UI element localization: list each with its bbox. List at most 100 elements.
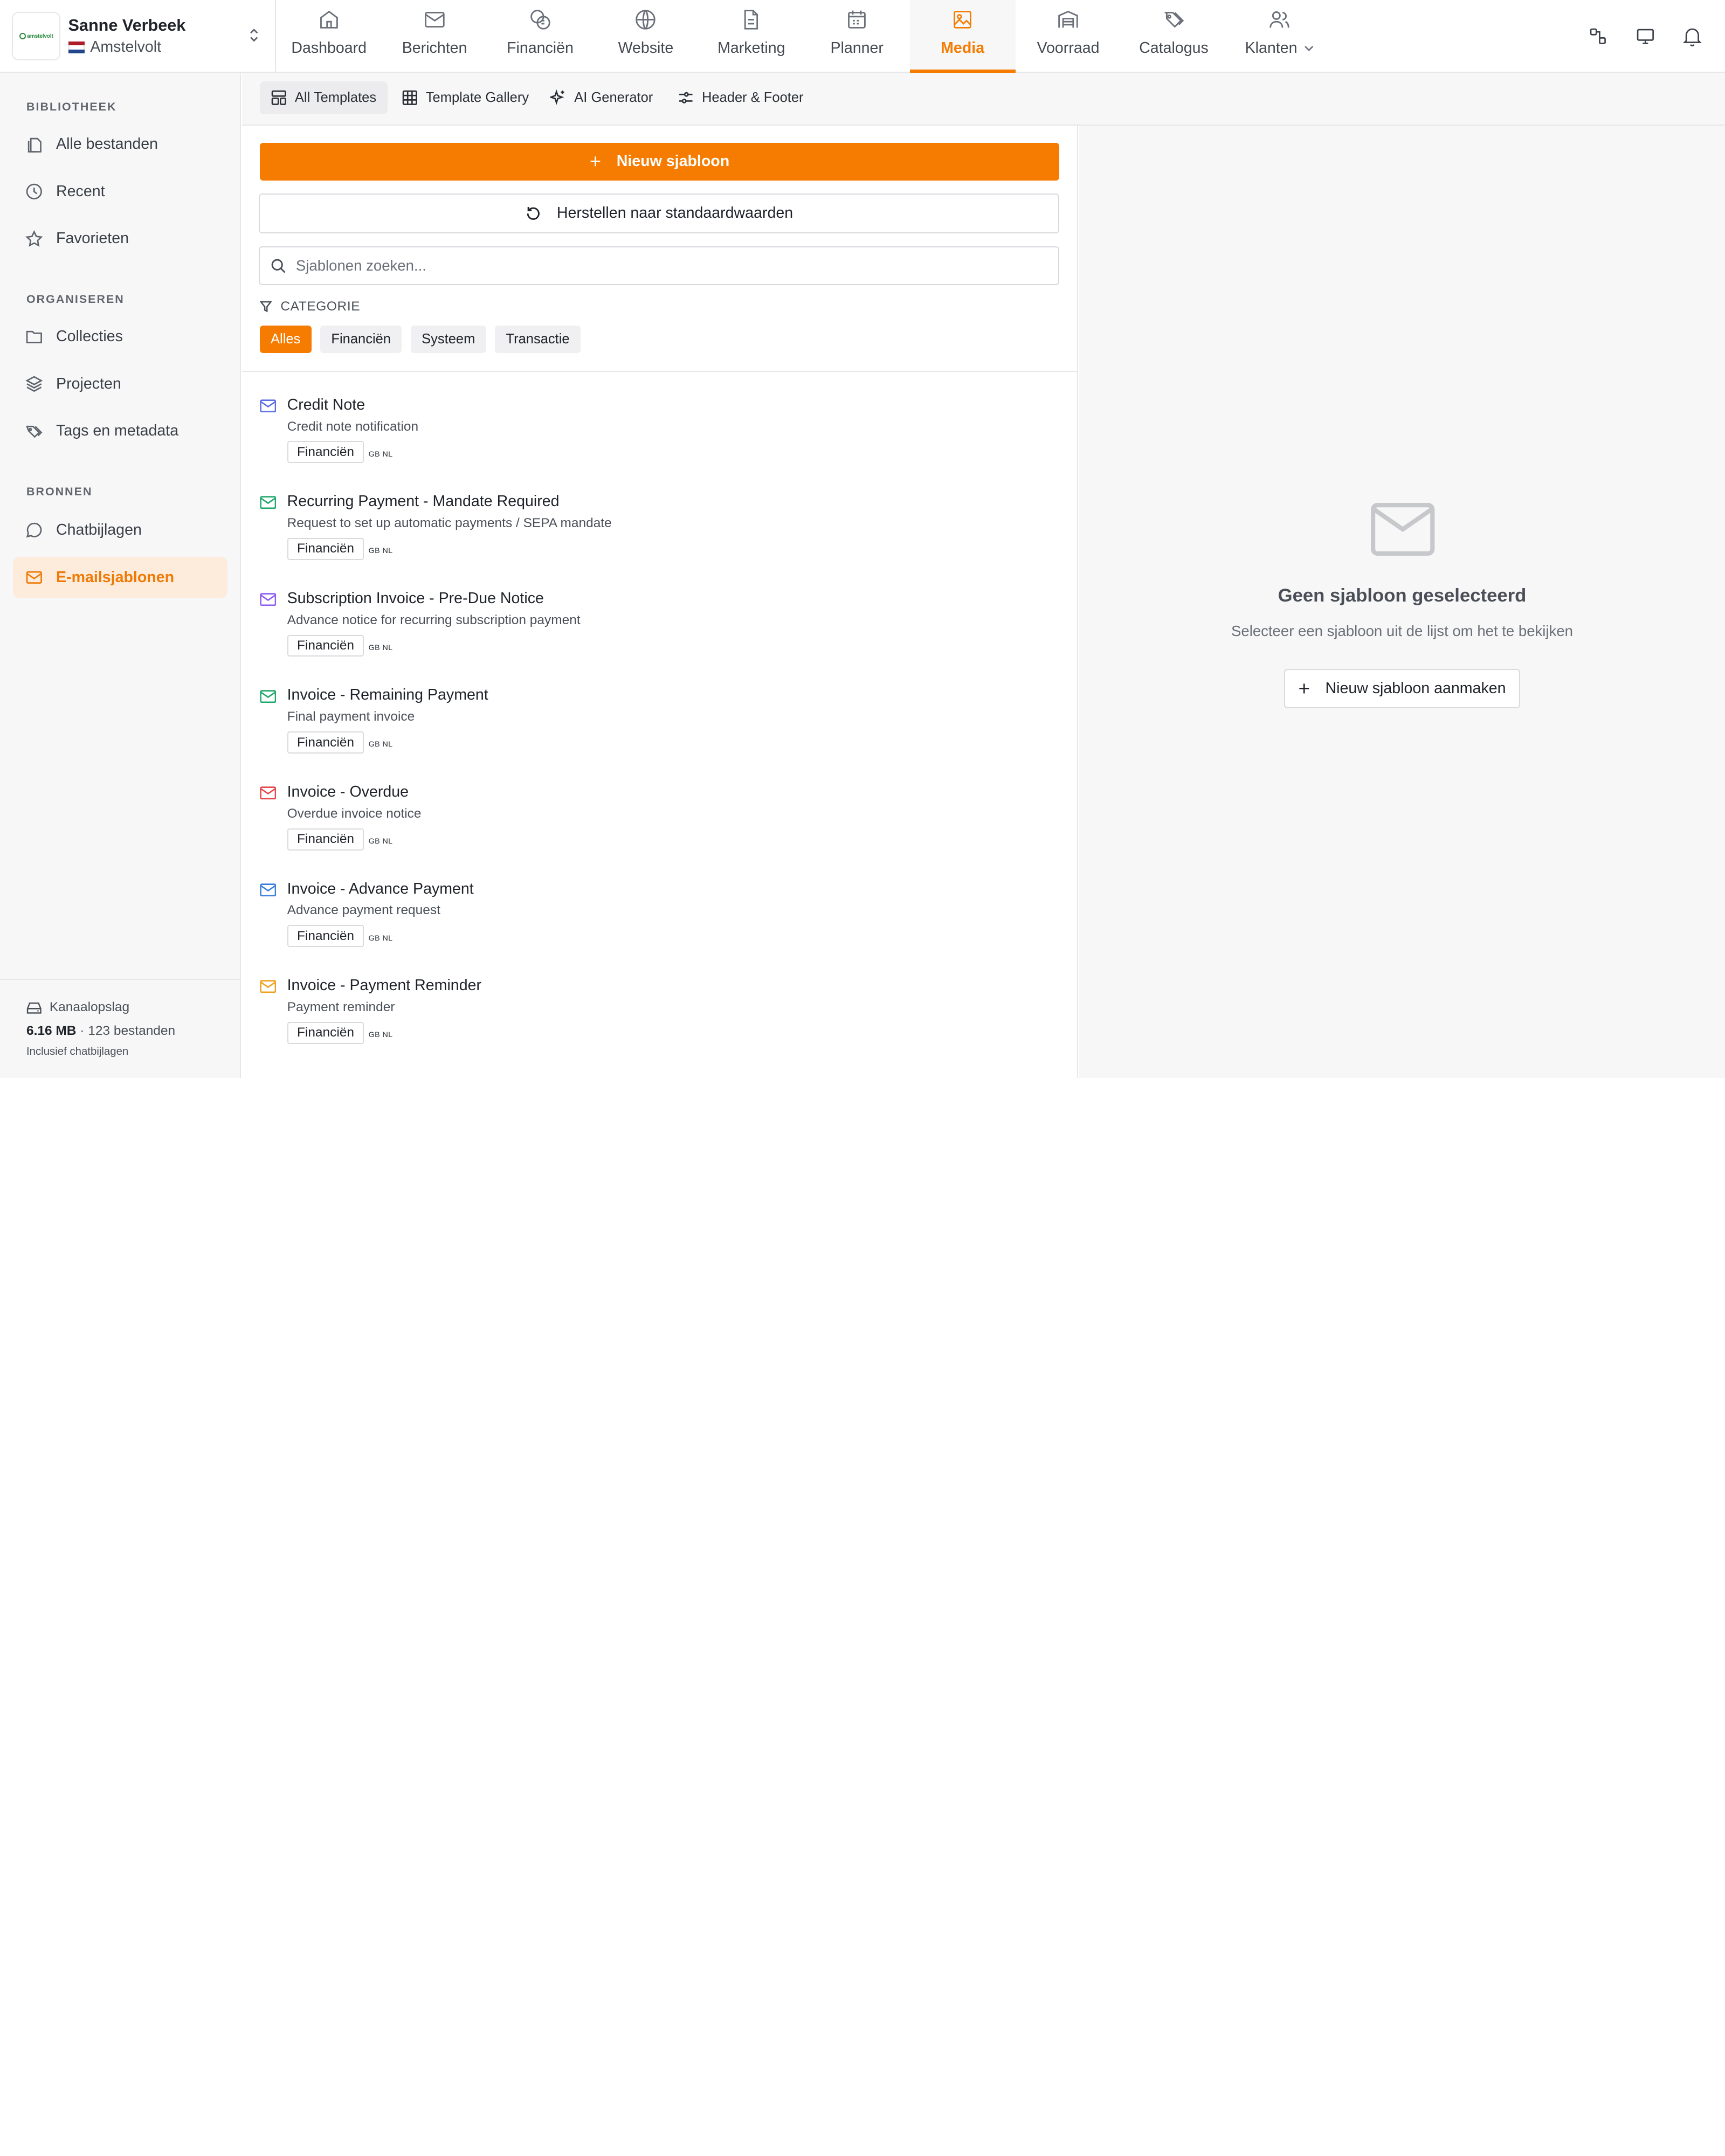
divider xyxy=(242,370,1078,372)
layout-icon xyxy=(271,91,286,106)
sliders-icon xyxy=(679,92,693,104)
nav-media[interactable]: Media xyxy=(909,0,1016,73)
nav-catalogus[interactable]: Catalogus xyxy=(1121,0,1226,73)
users-icon xyxy=(1269,11,1289,28)
sidebar-item-projecten[interactable]: Projecten xyxy=(13,363,227,405)
mail-icon xyxy=(259,786,276,800)
plus-icon: + xyxy=(1298,677,1310,700)
storage-note: Inclusief chatbijlagen xyxy=(26,1045,129,1058)
section-title-bronnen: BRONNEN xyxy=(26,485,93,498)
template-row[interactable]: Invoice - Remaining Payment Final paymen… xyxy=(259,686,1030,774)
template-title: Invoice - Overdue xyxy=(287,783,409,801)
sidebar-item-recent[interactable]: Recent xyxy=(13,170,227,212)
sparkles-icon xyxy=(550,89,564,106)
category-tag: Financiën xyxy=(287,634,364,657)
mail-icon xyxy=(259,593,276,606)
template-title: Subscription Invoice - Pre-Due Notice xyxy=(287,589,544,607)
template-title: Credit Note xyxy=(287,396,365,413)
template-description: Request to set up automatic payments / S… xyxy=(287,516,612,531)
home-icon xyxy=(320,11,338,29)
sidebar-item-e-mailsjablonen[interactable]: E-mailsjablonen xyxy=(13,556,228,599)
language-flags: GB NL xyxy=(368,450,393,459)
empty-state-subtitle: Selecteer een sjabloon uit de lijst om h… xyxy=(1231,623,1573,640)
chip-financien[interactable]: Financiën xyxy=(320,326,402,354)
reset-icon xyxy=(527,206,540,220)
nav-marketing[interactable]: Marketing xyxy=(699,0,804,73)
tab-header-footer[interactable]: Header & Footer xyxy=(667,81,815,114)
language-flags: GB NL xyxy=(368,934,393,943)
template-description: Payment reminder xyxy=(287,1000,395,1015)
files-icon xyxy=(27,137,42,153)
sidebar-item-tags-en-metadata[interactable]: Tags en metadata xyxy=(13,410,227,452)
template-description: Advance payment request xyxy=(287,903,440,918)
template-description: Final payment invoice xyxy=(287,709,415,724)
nav-berichten[interactable]: Berichten xyxy=(382,0,487,73)
template-row[interactable]: Credit Note Credit note notification Fin… xyxy=(259,396,1030,484)
display-button[interactable] xyxy=(1622,15,1669,59)
tab-all-templates[interactable]: All Templates xyxy=(259,81,388,115)
create-template-button[interactable]: + Nieuw sjabloon aanmaken xyxy=(1284,668,1521,709)
sidebar-item-alle-bestanden[interactable]: Alle bestanden xyxy=(13,123,227,165)
template-row[interactable]: Invoice - Overdue Overdue invoice notice… xyxy=(259,783,1030,871)
company-logo: amstelvolt xyxy=(12,12,61,61)
mail-icon xyxy=(26,571,42,584)
template-title: Invoice - Payment Reminder xyxy=(287,977,481,994)
new-template-button[interactable]: + Nieuw sjabloon xyxy=(259,143,1060,181)
chip-alles[interactable]: Alles xyxy=(259,326,312,354)
globe-icon xyxy=(636,10,656,30)
nav-dashboard[interactable]: Dashboard xyxy=(276,0,382,73)
document-icon xyxy=(744,10,758,30)
category-tag: Financiën xyxy=(287,925,364,948)
template-search xyxy=(258,246,1060,285)
hard-drive-icon xyxy=(26,1002,42,1014)
top-bar: amstelvolt Sanne Verbeek Amstelvolt Dash… xyxy=(0,0,1725,73)
workflow-button[interactable] xyxy=(1574,15,1622,59)
sidebar-item-collecties[interactable]: Collecties xyxy=(13,316,227,358)
tab-ai-generator[interactable]: AI Generator xyxy=(539,81,664,114)
section-title-organiseren: ORGANISEREN xyxy=(26,292,125,306)
main-navigation: Dashboard Berichten Financiën Website Ma… xyxy=(276,0,1332,73)
layers-icon xyxy=(25,376,43,392)
template-row[interactable]: Invoice - Payment Reminder Payment remin… xyxy=(259,977,1030,1065)
monitor-icon xyxy=(1637,29,1654,44)
template-title: Invoice - Remaining Payment xyxy=(287,686,488,704)
language-flags: GB NL xyxy=(368,643,393,652)
notifications-button[interactable] xyxy=(1669,15,1716,59)
plus-icon: + xyxy=(589,150,602,172)
filter-icon xyxy=(259,301,272,313)
language-flags: GB NL xyxy=(368,1031,393,1040)
template-row[interactable]: Recurring Payment - Mandate Required Req… xyxy=(259,493,1030,581)
category-tag: Financiën xyxy=(287,537,364,560)
chip-transactie[interactable]: Transactie xyxy=(495,326,581,354)
sidebar-item-favorieten[interactable]: Favorieten xyxy=(13,218,227,260)
template-description: Credit note notification xyxy=(287,419,419,434)
account-name: Sanne Verbeek xyxy=(68,16,186,35)
storage-summary: Kanaalopslag 6.16 MB · 123 bestanden Inc… xyxy=(0,979,241,1078)
category-tag: Financiën xyxy=(287,1021,364,1044)
folder-icon xyxy=(26,330,42,344)
bell-icon xyxy=(1683,28,1702,46)
sidebar-item-chatbijlagen[interactable]: Chatbijlagen xyxy=(13,509,227,551)
star-icon xyxy=(25,230,43,247)
template-description: Overdue invoice notice xyxy=(287,806,422,821)
app-window: amstelvolt Sanne Verbeek Amstelvolt Dash… xyxy=(0,0,1725,1078)
account-switcher[interactable]: amstelvolt Sanne Verbeek Amstelvolt xyxy=(0,0,277,73)
chevron-down-icon xyxy=(1304,45,1313,51)
tab-template-gallery[interactable]: Template Gallery xyxy=(390,81,540,114)
language-flags: GB NL xyxy=(368,547,393,556)
nav-website[interactable]: Website xyxy=(593,0,699,73)
template-row[interactable]: Subscription Invoice - Pre-Due Notice Ad… xyxy=(259,589,1030,678)
chip-systeem[interactable]: Systeem xyxy=(410,326,486,354)
sidebar: BIBLIOTHEEK Alle bestanden Recent Favori… xyxy=(0,72,241,1078)
nav-planner[interactable]: Planner xyxy=(804,0,910,73)
nav-voorraad[interactable]: Voorraad xyxy=(1016,0,1121,73)
warehouse-icon xyxy=(1058,11,1078,28)
storage-title: Kanaalopslag xyxy=(49,1000,130,1015)
reset-defaults-button[interactable]: Herstellen naar standaardwaarden xyxy=(258,194,1060,233)
nav-klanten[interactable]: Klanten xyxy=(1226,0,1332,73)
nav-financien[interactable]: Financiën xyxy=(487,0,593,73)
template-row[interactable]: Invoice - Advance Payment Advance paymen… xyxy=(259,880,1030,968)
category-tag: Financiën xyxy=(287,731,364,754)
mail-icon xyxy=(259,883,276,896)
search-input[interactable] xyxy=(295,257,1022,274)
